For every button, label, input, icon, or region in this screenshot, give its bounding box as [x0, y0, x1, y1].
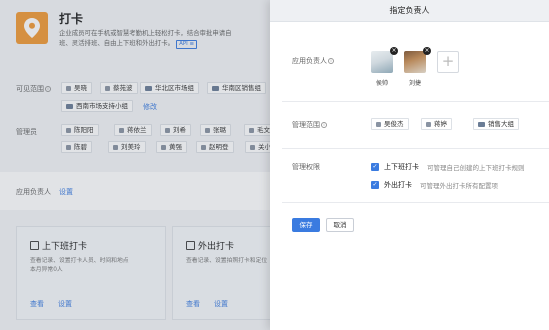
remove-owner-icon[interactable]: ×: [390, 47, 398, 55]
api-badge[interactable]: API ≡: [176, 40, 198, 49]
admins-label: 管理员: [16, 128, 37, 136]
camera-icon: [186, 241, 195, 250]
avatar: [404, 51, 426, 73]
folder-icon: [478, 121, 485, 127]
divider: [282, 101, 549, 102]
range-tag: 西南市场支持小组: [61, 100, 133, 112]
owner-avatar-item: × 侯帅: [371, 47, 398, 87]
admin-tag: 刘美玲: [108, 141, 146, 153]
card-view-link[interactable]: 查看: [30, 299, 44, 309]
admin-tag: 陈阳阳: [61, 124, 99, 136]
calendar-icon: [30, 241, 39, 250]
app-header: 打卡 企业成员可在手机或智慧考勤机上轻松打卡，结合审批申请自 班、灵活排班、自由…: [0, 0, 280, 63]
panel-title: 指定负责人: [270, 0, 549, 22]
checkbox-checked-icon[interactable]: ✓: [371, 163, 379, 171]
user-icon: [113, 144, 118, 150]
checkbox-checked-icon[interactable]: ✓: [371, 181, 379, 189]
avatar: [371, 51, 393, 73]
save-button[interactable]: 保存: [292, 218, 320, 232]
owner-label: 应用负责人: [16, 188, 51, 196]
panel-permission-label: 管理权限: [292, 163, 320, 171]
info-icon: i: [321, 122, 327, 128]
user-icon: [249, 127, 254, 133]
info-icon: i: [328, 58, 334, 64]
user-icon: [250, 144, 255, 150]
user-icon: [161, 144, 166, 150]
user-icon: [119, 127, 124, 133]
owner-row: 应用负责人 设置: [0, 172, 280, 210]
user-icon: [66, 85, 71, 91]
admin-tag: 黄强: [156, 141, 187, 153]
owner-avatar-item: × 刘捷: [404, 47, 431, 87]
user-icon: [165, 127, 170, 133]
edit-range-link[interactable]: 修改: [143, 102, 157, 112]
add-owner-button[interactable]: +: [437, 51, 459, 73]
scope-tag: 吴俊杰: [371, 118, 409, 130]
card-description: 查看记录、设置打卡人员、时间和地点 本月异常0人: [30, 258, 129, 273]
divider: [282, 202, 549, 203]
remove-owner-icon[interactable]: ×: [423, 47, 431, 55]
scope-tag: 销售大组: [473, 118, 519, 130]
app-title: 打卡: [59, 12, 84, 26]
user-icon: [201, 144, 206, 150]
range-tag: 吴晓: [61, 82, 92, 94]
admin-tag: 蒋依兰: [114, 124, 152, 136]
card-outing: 外出打卡 查看记录、设置拍照打卡和定位 查看 设置: [172, 226, 280, 320]
panel-owner-label: 应用负责人 i: [292, 56, 334, 66]
info-icon: i: [45, 86, 51, 92]
user-icon: [376, 121, 381, 127]
range-tag: 华北区市场组: [140, 82, 199, 94]
visible-range-label: 可见范围 i: [16, 84, 51, 94]
folder-icon: [212, 85, 219, 91]
user-icon: [66, 127, 71, 133]
permission-outing[interactable]: ✓ 外出打卡 可管理外出打卡所有配置项: [371, 180, 498, 190]
card-setting-link[interactable]: 设置: [214, 299, 228, 309]
card-view-link[interactable]: 查看: [186, 299, 200, 309]
user-icon: [205, 127, 210, 133]
app-icon: [16, 12, 48, 44]
divider: [282, 148, 549, 149]
card-setting-link[interactable]: 设置: [58, 299, 72, 309]
admin-tag: 赵明登: [196, 141, 234, 153]
user-icon: [66, 144, 71, 150]
folder-icon: [145, 85, 152, 91]
folder-icon: [66, 103, 73, 109]
admin-tag: 张璐: [200, 124, 231, 136]
range-tag: 蔡苑波: [100, 82, 138, 94]
admin-tag: 陈碧: [61, 141, 92, 153]
user-icon: [426, 121, 431, 127]
card-title: 外出打卡: [198, 242, 235, 252]
owner-setting-link[interactable]: 设置: [59, 187, 73, 197]
owner-name: 侯帅: [375, 80, 388, 87]
owner-name: 刘捷: [408, 80, 421, 87]
permission-checkin[interactable]: ✓ 上下班打卡 可管理自己创建的上下班打卡规则: [371, 162, 525, 172]
user-icon: [105, 85, 110, 91]
card-title: 上下班打卡: [42, 242, 88, 252]
scope-tag: 蒋婷: [421, 118, 452, 130]
location-pin-icon: [24, 18, 40, 38]
cancel-button[interactable]: 取消: [326, 218, 354, 232]
admin-tag: 刘希: [160, 124, 191, 136]
app-description: 企业成员可在手机或智慧考勤机上轻松打卡，结合审批申请自 班、灵活排班、自由上下班…: [59, 29, 232, 49]
range-tag: 华南区销售组: [207, 82, 266, 94]
card-checkin: 上下班打卡 查看记录、设置打卡人员、时间和地点 本月异常0人 查看 设置: [16, 226, 166, 320]
assign-owner-panel: 指定负责人 应用负责人 i × 侯帅 × 刘捷 + 管理范围 i 吴俊杰 蒋婷 销售…: [270, 0, 549, 330]
panel-scope-label: 管理范围 i: [292, 120, 327, 130]
